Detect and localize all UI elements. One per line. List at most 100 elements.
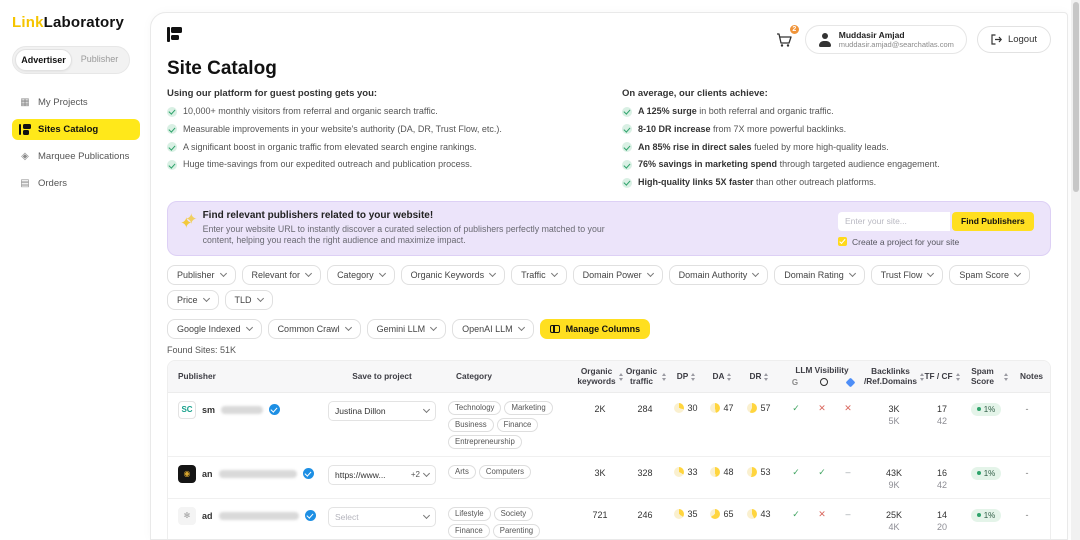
category-tag: Marketing (504, 401, 552, 415)
table-header-row: Publisher Save to project Category Organ… (168, 361, 1050, 393)
llm-cross-icon: ✕ (842, 403, 854, 414)
sort-icon[interactable] (764, 373, 768, 381)
sidebar-item-sites-catalog[interactable]: Sites Catalog (12, 119, 140, 140)
benefit-item: 10,000+ monthly visitors from referral a… (167, 106, 596, 117)
filter-organic-keywords[interactable]: Organic Keywords (401, 265, 506, 285)
spam-score-cell: 1% (962, 465, 1010, 480)
project-select[interactable]: Justina Dillon (328, 401, 436, 421)
app-layout: LinkLaboratory Advertiser Publisher ▦ My… (0, 0, 1080, 540)
filter-price[interactable]: Price (167, 290, 219, 310)
publisher-cell: ✻ad (168, 507, 318, 525)
create-project-checkbox[interactable]: Create a project for your site (838, 237, 1038, 247)
publisher-name: an (202, 469, 213, 479)
project-extra-count: +2 (411, 470, 420, 479)
sort-icon[interactable] (691, 373, 695, 381)
dp-cell-value: 30 (687, 403, 697, 413)
brand-logo[interactable]: LinkLaboratory (12, 14, 140, 31)
llm-check-icon: ✓ (790, 467, 802, 478)
spam-dot-icon (977, 513, 981, 517)
sort-icon[interactable] (956, 373, 960, 381)
manage-columns-button[interactable]: Manage Columns (540, 319, 651, 339)
find-publishers-button[interactable]: Find Publishers (952, 212, 1034, 231)
organic-keywords-cell: 2K (578, 401, 622, 414)
check-circle-icon (622, 142, 632, 152)
toggle-advertiser[interactable]: Advertiser (15, 49, 72, 71)
tf-cf-cell-top: 17 (937, 403, 947, 415)
sort-icon[interactable] (662, 373, 666, 381)
spam-score-cell: 1% (962, 507, 1010, 522)
columns-icon (550, 325, 560, 333)
filter-label: Category (337, 270, 374, 280)
user-menu[interactable]: Muddasir Amjad muddasir.amjad@searchatla… (805, 25, 967, 54)
sidebar-item-marquee-publications[interactable]: ◈ Marquee Publications (12, 146, 140, 167)
toggle-publisher[interactable]: Publisher (72, 49, 127, 71)
cart-count-badge: 2 (789, 24, 800, 35)
scrollbar-thumb[interactable] (1073, 2, 1079, 192)
publisher-cell: ◉an (168, 465, 318, 483)
sparkle-icon: ✦ (180, 216, 193, 231)
filter-label: Publisher (177, 270, 215, 280)
spam-score-badge: 1% (971, 509, 1002, 522)
benefit-text: 76% savings in marketing spend through t… (638, 159, 940, 170)
logout-button[interactable]: Logout (977, 26, 1051, 53)
filter-openai-llm[interactable]: OpenAI LLM (452, 319, 534, 339)
organic-traffic-cell: 284 (622, 401, 668, 414)
banner-title: Find relevant publishers related to your… (203, 210, 828, 221)
user-meta: Muddasir Amjad muddasir.amjad@searchatla… (839, 30, 954, 49)
backlinks-cell-top: 25K (886, 509, 902, 521)
page-scrollbar[interactable] (1071, 0, 1080, 540)
sort-icon[interactable] (727, 373, 731, 381)
project-select[interactable]: Select (328, 507, 436, 527)
sidebar-item-label: Marquee Publications (38, 151, 129, 162)
cart-button[interactable]: 2 (774, 30, 795, 50)
category-tag: Society (494, 507, 534, 521)
table-body: SCsmJustina DillonTechnologyMarketingBus… (168, 393, 1050, 540)
filter-common-crawl[interactable]: Common Crawl (268, 319, 361, 339)
filter-gemini-llm[interactable]: Gemini LLM (367, 319, 447, 339)
gauge-icon (710, 403, 720, 413)
filter-domain-authority[interactable]: Domain Authority (669, 265, 769, 285)
sort-icon[interactable] (1004, 373, 1008, 381)
redacted-name (219, 470, 297, 478)
manage-columns-label: Manage Columns (566, 324, 641, 334)
chevron-down-icon (1014, 270, 1021, 277)
backlinks-cell: 25K4K (866, 507, 922, 533)
chevron-down-icon (202, 295, 209, 302)
tf-cf-cell-bottom: 20 (937, 521, 947, 533)
filter-google-indexed[interactable]: Google Indexed (167, 319, 262, 339)
tf-cf-cell-top: 14 (937, 509, 947, 521)
verified-badge-icon (269, 404, 280, 415)
gauge-icon (710, 467, 720, 477)
chevron-down-icon (379, 270, 386, 277)
spam-dot-icon (977, 471, 981, 475)
table-row[interactable]: ✻adSelectLifestyleSocietyFinanceParentin… (168, 499, 1050, 540)
filter-label: Google Indexed (177, 324, 241, 334)
filter-relevant-for[interactable]: Relevant for (242, 265, 322, 285)
check-circle-icon (167, 142, 177, 152)
check-circle-icon (622, 178, 632, 188)
filter-traffic[interactable]: Traffic (511, 265, 567, 285)
filter-label: Gemini LLM (377, 324, 426, 334)
gauge-icon (674, 403, 684, 413)
filter-publisher[interactable]: Publisher (167, 265, 236, 285)
check-circle-icon (167, 160, 177, 170)
filter-category[interactable]: Category (327, 265, 395, 285)
site-logo: ✻ (178, 507, 196, 525)
site-url-input[interactable] (838, 212, 950, 231)
filter-trust-flow[interactable]: Trust Flow (871, 265, 944, 285)
filter-domain-power[interactable]: Domain Power (573, 265, 663, 285)
chevron-down-icon (246, 324, 253, 331)
sidebar: LinkLaboratory Advertiser Publisher ▦ My… (0, 0, 150, 540)
table-row[interactable]: ◉anhttps://www...+2ArtsComputers3K328334… (168, 457, 1050, 499)
filter-spam-score[interactable]: Spam Score (949, 265, 1030, 285)
publisher-cell: SCsm (168, 401, 318, 419)
spam-score-value: 1% (984, 405, 996, 414)
filter-tld[interactable]: TLD (225, 290, 273, 310)
sidebar-item-my-projects[interactable]: ▦ My Projects (12, 92, 140, 113)
table-row[interactable]: SCsmJustina DillonTechnologyMarketingBus… (168, 393, 1050, 457)
col-tf-cf: TF / CF (922, 366, 962, 388)
project-select[interactable]: https://www...+2 (328, 465, 436, 485)
redacted-name (221, 406, 263, 414)
sidebar-item-orders[interactable]: ▤ Orders (12, 173, 140, 194)
filter-domain-rating[interactable]: Domain Rating (774, 265, 865, 285)
